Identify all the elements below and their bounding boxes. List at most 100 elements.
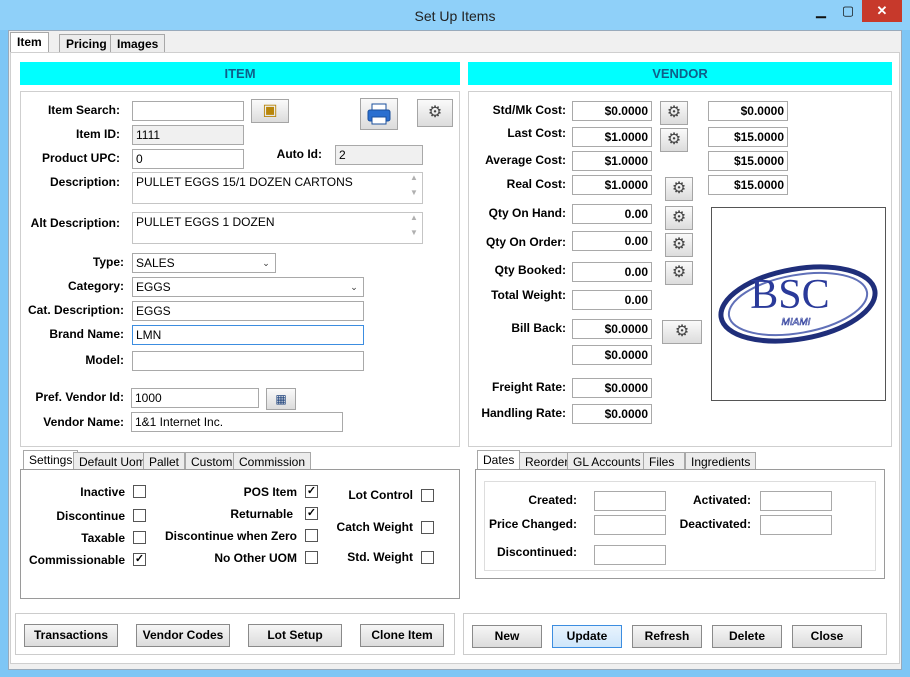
lot-control-checkbox[interactable] bbox=[421, 489, 434, 502]
activated-field[interactable] bbox=[760, 491, 832, 511]
description-scrollbar[interactable]: ▲ ▼ bbox=[408, 173, 420, 203]
real-cost-field[interactable]: $1.0000 bbox=[572, 175, 652, 195]
tab-dates[interactable]: Dates bbox=[477, 450, 521, 471]
description-text: PULLET EGGS 15/1 DOZEN CARTONS bbox=[136, 175, 353, 189]
scroll-down-icon: ▼ bbox=[410, 188, 418, 197]
tab-pricing[interactable]: Pricing bbox=[59, 34, 114, 54]
qty-on-hand-field[interactable]: 0.00 bbox=[572, 204, 652, 224]
std-weight-checkbox[interactable] bbox=[421, 551, 434, 564]
update-button[interactable]: Update bbox=[552, 625, 622, 648]
scroll-down-icon: ▼ bbox=[410, 228, 418, 237]
vendor-name-input[interactable]: 1&1 Internet Inc. bbox=[131, 412, 343, 432]
chevron-down-icon: ⌄ bbox=[350, 282, 358, 292]
close-button[interactable]: Close bbox=[792, 625, 862, 648]
pos-item-checkbox[interactable]: ✓ bbox=[305, 485, 318, 498]
price-changed-field[interactable] bbox=[594, 515, 666, 535]
pos-item-label: POS Item bbox=[243, 485, 297, 499]
qty-booked-field[interactable]: 0.00 bbox=[572, 262, 652, 282]
pref-vendor-input[interactable]: 1000 bbox=[131, 388, 259, 408]
qty-booked-gear-button[interactable]: ⚙ bbox=[665, 261, 693, 285]
item-search-input[interactable] bbox=[132, 101, 244, 121]
vendor-name-label: Vendor Name: bbox=[43, 415, 124, 429]
tab-images[interactable]: Images bbox=[110, 34, 166, 54]
handling-rate-field[interactable]: $0.0000 bbox=[572, 404, 652, 424]
model-input[interactable] bbox=[132, 351, 364, 371]
product-upc-label: Product UPC: bbox=[42, 151, 120, 165]
vendor-codes-button[interactable]: Vendor Codes bbox=[136, 624, 230, 647]
activated-label: Activated: bbox=[692, 493, 751, 507]
commissionable-checkbox[interactable]: ✓ bbox=[133, 553, 146, 566]
item-id-field: 1111 bbox=[132, 125, 244, 145]
search-button[interactable]: ▣ bbox=[251, 99, 289, 123]
transactions-button[interactable]: Transactions bbox=[24, 624, 118, 647]
chevron-down-icon: ⌄ bbox=[262, 258, 270, 268]
discontinue-checkbox[interactable] bbox=[133, 509, 146, 522]
print-button[interactable] bbox=[360, 98, 398, 130]
catch-weight-checkbox[interactable] bbox=[421, 521, 434, 534]
discontinue-zero-label: Discontinue when Zero bbox=[164, 529, 297, 543]
tab-settings[interactable]: Settings bbox=[23, 450, 79, 471]
product-upc-input[interactable]: 0 bbox=[132, 149, 244, 169]
created-label: Created: bbox=[528, 493, 577, 507]
average-cost-field[interactable]: $1.0000 bbox=[572, 151, 652, 171]
vendor-header: VENDOR bbox=[468, 62, 892, 85]
category-select[interactable]: EGGS ⌄ bbox=[132, 277, 364, 297]
std-mk-cost-extra-field[interactable]: $0.0000 bbox=[708, 101, 788, 121]
auto-id-label: Auto Id: bbox=[276, 147, 322, 161]
alt-description-scrollbar[interactable]: ▲ ▼ bbox=[408, 213, 420, 243]
std-mk-cost-field[interactable]: $0.0000 bbox=[572, 101, 652, 121]
brand-name-input[interactable]: LMN bbox=[132, 325, 364, 345]
created-field[interactable] bbox=[594, 491, 666, 511]
bsc-logo: BSC MIAMI bbox=[718, 264, 878, 344]
minimize-button[interactable]: ▁ bbox=[808, 0, 834, 22]
real-cost-extra-field[interactable]: $15.0000 bbox=[708, 175, 788, 195]
qty-on-order-gear-button[interactable]: ⚙ bbox=[665, 233, 693, 257]
bill-back-secondary-field[interactable]: $0.0000 bbox=[572, 345, 652, 365]
close-window-button[interactable]: ✕ bbox=[862, 0, 902, 22]
real-cost-gear-button[interactable]: ⚙ bbox=[665, 177, 693, 201]
refresh-button[interactable]: Refresh bbox=[632, 625, 702, 648]
box-icon: ▣ bbox=[262, 102, 278, 119]
auto-id-field: 2 bbox=[335, 145, 423, 165]
delete-button[interactable]: Delete bbox=[712, 625, 782, 648]
discontinued-field[interactable] bbox=[594, 545, 666, 565]
window-title: Set Up Items bbox=[414, 8, 496, 24]
item-image: BSC MIAMI bbox=[711, 207, 886, 401]
total-weight-label: Total Weight: bbox=[491, 288, 566, 302]
average-cost-extra-field[interactable]: $15.0000 bbox=[708, 151, 788, 171]
bill-back-field[interactable]: $0.0000 bbox=[572, 319, 652, 339]
alt-description-text: PULLET EGGS 1 DOZEN bbox=[136, 215, 275, 229]
discontinue-zero-checkbox[interactable] bbox=[305, 529, 318, 542]
type-value: SALES bbox=[136, 256, 175, 270]
alt-description-label: Alt Description: bbox=[30, 216, 120, 230]
description-input[interactable]: PULLET EGGS 15/1 DOZEN CARTONS ▲ ▼ bbox=[132, 172, 423, 204]
deactivated-field[interactable] bbox=[760, 515, 832, 535]
last-cost-extra-field[interactable]: $15.0000 bbox=[708, 127, 788, 147]
bill-back-gear-button[interactable]: ⚙ bbox=[662, 320, 702, 344]
taxable-checkbox[interactable] bbox=[133, 531, 146, 544]
gear-icon: ⚙ bbox=[427, 104, 443, 121]
maximize-button[interactable]: ▢ bbox=[834, 0, 862, 22]
last-cost-gear-button[interactable]: ⚙ bbox=[660, 128, 688, 152]
vendor-lookup-button[interactable]: ▦ bbox=[266, 388, 296, 410]
freight-rate-field[interactable]: $0.0000 bbox=[572, 378, 652, 398]
returnable-checkbox[interactable]: ✓ bbox=[305, 507, 318, 520]
qty-booked-label: Qty Booked: bbox=[494, 263, 566, 277]
last-cost-field[interactable]: $1.0000 bbox=[572, 127, 652, 147]
commissionable-label: Commissionable bbox=[28, 553, 125, 567]
alt-description-input[interactable]: PULLET EGGS 1 DOZEN ▲ ▼ bbox=[132, 212, 423, 244]
item-header: ITEM bbox=[20, 62, 460, 85]
std-mk-cost-gear-button[interactable]: ⚙ bbox=[660, 101, 688, 125]
type-select[interactable]: SALES ⌄ bbox=[132, 253, 276, 273]
settings-gear-button[interactable]: ⚙ bbox=[417, 99, 453, 127]
new-button[interactable]: New bbox=[472, 625, 542, 648]
cat-description-input[interactable]: EGGS bbox=[132, 301, 364, 321]
tab-item[interactable]: Item bbox=[10, 32, 49, 54]
qty-on-hand-gear-button[interactable]: ⚙ bbox=[665, 206, 693, 230]
clone-item-button[interactable]: Clone Item bbox=[360, 624, 444, 647]
no-other-uom-checkbox[interactable] bbox=[305, 551, 318, 564]
total-weight-field[interactable]: 0.00 bbox=[572, 290, 652, 310]
qty-on-order-field[interactable]: 0.00 bbox=[572, 231, 652, 251]
lot-setup-button[interactable]: Lot Setup bbox=[248, 624, 342, 647]
inactive-checkbox[interactable] bbox=[133, 485, 146, 498]
